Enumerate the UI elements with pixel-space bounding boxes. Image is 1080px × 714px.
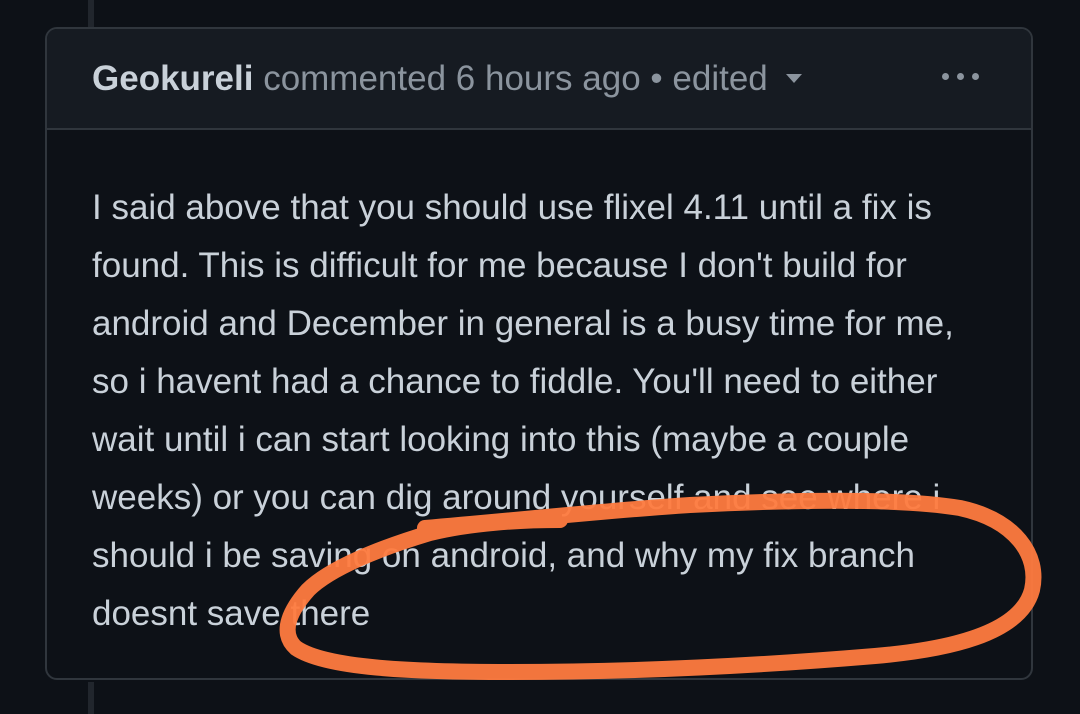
timeline-line-bottom [88,682,94,714]
comment-text: I said above that you should use flixel … [92,188,954,633]
comment-timestamp[interactable]: 6 hours ago [456,59,641,98]
comment-header-text: Geokureli commented 6 hours ago • edited [92,57,802,101]
kebab-dot [957,73,964,80]
page: Geokureli commented 6 hours ago • edited… [0,0,1080,714]
comment-separator: • [650,59,663,98]
comment-action: commented [263,59,447,98]
timeline-line-top [88,0,94,28]
comment-body: I said above that you should use flixel … [92,179,992,643]
comment-box: Geokureli commented 6 hours ago • edited… [45,27,1033,680]
comment-header: Geokureli commented 6 hours ago • edited [47,29,1031,130]
chevron-down-icon [785,74,802,84]
kebab-horizontal-icon[interactable] [942,73,979,80]
edited-label: edited [672,59,768,98]
kebab-dot [942,73,949,80]
comment-author-link[interactable]: Geokureli [92,59,253,98]
kebab-dot [972,73,979,80]
edited-dropdown[interactable]: edited [672,59,802,98]
